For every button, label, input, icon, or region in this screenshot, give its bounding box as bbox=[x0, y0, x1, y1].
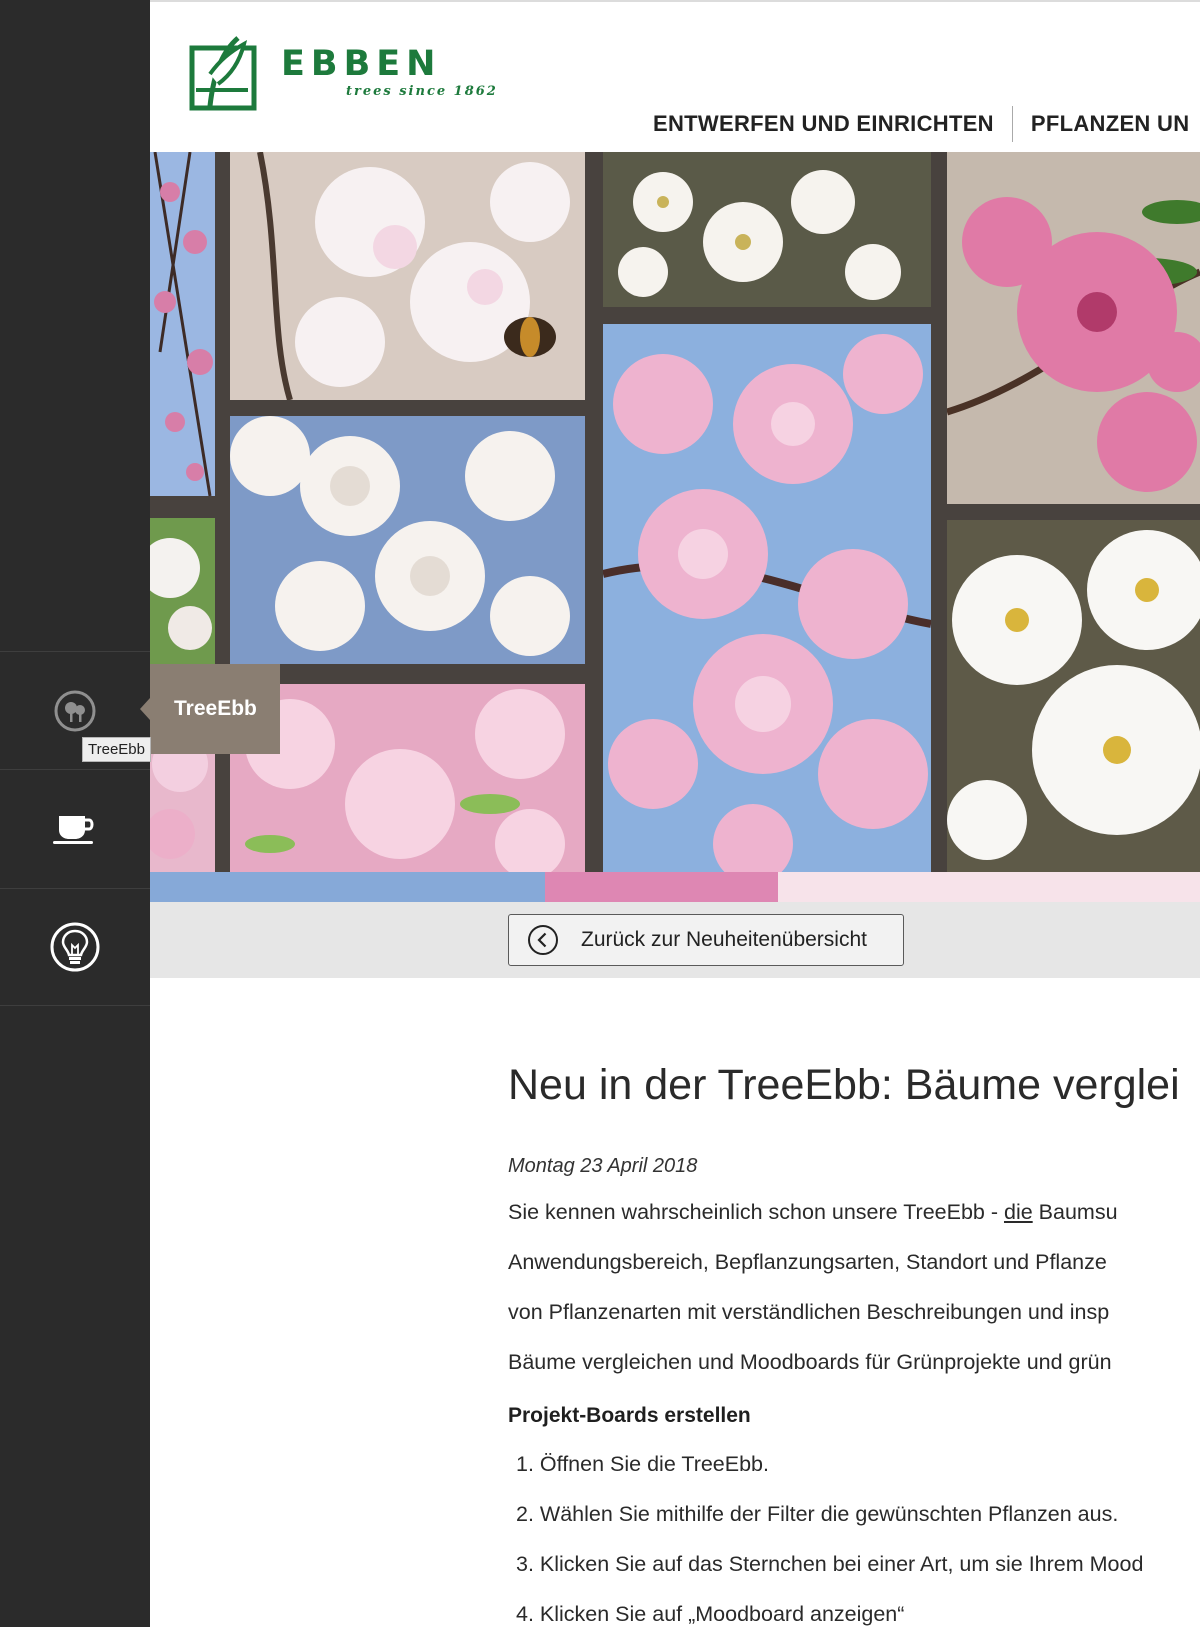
article-date: Montag 23 April 2018 bbox=[508, 1155, 698, 1177]
coffee-cup-icon bbox=[53, 815, 94, 844]
lightbulb-icon bbox=[50, 922, 100, 972]
photo-cherry-blossom-center bbox=[603, 324, 931, 872]
nav-item-pflanzen[interactable]: PFLANZEN UN bbox=[1031, 111, 1190, 137]
list-item: 2. Wählen Sie mithilfe der Filter die ge… bbox=[516, 1502, 1119, 1526]
article: Neu in der TreeEbb: Bäume verglei Montag… bbox=[508, 1055, 1200, 1627]
intro-line: Anwendungsbereich, Bepflanzungsarten, St… bbox=[508, 1250, 1107, 1274]
intro-line: Bäume vergleichen und Moodboards für Grü… bbox=[508, 1350, 1112, 1374]
brand-name[interactable]: EBBEN bbox=[281, 44, 441, 84]
back-to-news-button[interactable]: Zurück zur Neuheitenübersicht bbox=[508, 914, 904, 966]
tree-icon bbox=[54, 690, 96, 731]
back-bar: Zurück zur Neuheitenübersicht bbox=[150, 902, 1200, 978]
list-item: 4. Klicken Sie auf „Moodboard anzeigen“ bbox=[516, 1602, 905, 1626]
photo-white-cherry-blossom bbox=[947, 520, 1200, 872]
nav-divider bbox=[1011, 106, 1013, 142]
main-nav: ENTWERFEN UND EINRICHTEN PFLANZEN UN bbox=[653, 106, 1189, 142]
chevron-left-circle-icon bbox=[528, 925, 558, 955]
article-title: Neu in der TreeEbb: Bäume verglei bbox=[508, 1061, 1180, 1109]
photo-white-blossom-left bbox=[150, 518, 215, 664]
tooltip: TreeEbb bbox=[82, 737, 151, 762]
steps-list: 1. Öffnen Sie die TreeEbb. 2. Wählen Sie… bbox=[508, 1439, 1200, 1627]
photo-white-blossom-bee bbox=[230, 152, 585, 400]
photo-white-double-blossom bbox=[230, 416, 585, 664]
brand-tagline: trees since 1862 bbox=[346, 84, 498, 99]
blossom-collage bbox=[150, 152, 1200, 872]
color-bar-light-pink bbox=[778, 872, 1200, 902]
back-button-label: Zurück zur Neuheitenübersicht bbox=[581, 928, 867, 951]
nav-item-entwerfen[interactable]: ENTWERFEN UND EINRICHTEN bbox=[653, 111, 994, 137]
inline-link[interactable]: die bbox=[1004, 1200, 1033, 1224]
intro-line: Sie kennen wahrscheinlich schon unsere T… bbox=[508, 1200, 1118, 1224]
treeebb-flyout[interactable]: TreeEbb bbox=[140, 664, 280, 754]
sidebar-item-coffee[interactable] bbox=[0, 769, 150, 887]
color-bar-blue bbox=[150, 872, 545, 902]
ebben-logo[interactable] bbox=[188, 34, 260, 114]
list-item: 1. Öffnen Sie die TreeEbb. bbox=[516, 1452, 769, 1476]
color-bar-pink bbox=[545, 872, 778, 902]
photo-pink-blossom-sky bbox=[150, 152, 215, 496]
sidebar-item-ideas[interactable] bbox=[0, 888, 150, 1006]
section-heading: Projekt-Boards erstellen bbox=[508, 1404, 751, 1427]
photo-peach-blossom bbox=[947, 152, 1200, 504]
list-item: 3. Klicken Sie auf das Sternchen bei ein… bbox=[516, 1552, 1144, 1576]
intro-line: von Pflanzenarten mit verständlichen Bes… bbox=[508, 1300, 1110, 1324]
left-sidebar bbox=[0, 0, 150, 1627]
photo-pink-double-blossom bbox=[230, 684, 585, 872]
site-header: EBBEN trees since 1862 ENTWERFEN UND EIN… bbox=[150, 0, 1200, 152]
article-intro: Sie kennen wahrscheinlich schon unsere T… bbox=[508, 1187, 1200, 1387]
photo-white-small-blossom bbox=[603, 152, 931, 307]
